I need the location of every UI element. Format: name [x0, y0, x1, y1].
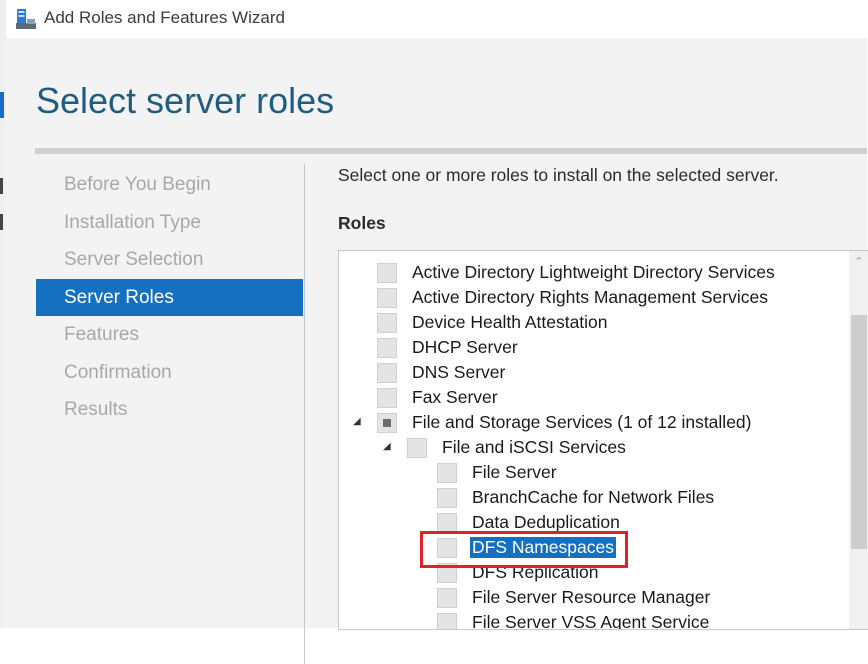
role-checkbox[interactable]	[437, 587, 457, 608]
nav-step-server-roles[interactable]: Server Roles	[36, 278, 303, 316]
title-divider	[35, 148, 867, 154]
role-label[interactable]: File and Storage Services (1 of 12 insta…	[410, 412, 753, 433]
background-window-glyph	[0, 214, 3, 230]
role-row[interactable]: File Server	[437, 460, 559, 485]
role-label[interactable]: DHCP Server	[410, 337, 520, 358]
role-checkbox[interactable]	[437, 462, 457, 483]
role-checkbox[interactable]	[407, 437, 427, 458]
role-row[interactable]: DNS Server	[377, 360, 507, 385]
role-row[interactable]: File Server VSS Agent Service	[437, 610, 711, 629]
role-checkbox[interactable]	[377, 312, 397, 333]
role-row[interactable]: ◢ File and iSCSI Services	[383, 435, 628, 460]
role-label[interactable]: File Server Resource Manager	[470, 587, 712, 608]
scroll-up-arrow-icon[interactable]: ⌃	[853, 257, 865, 268]
role-label[interactable]: DNS Server	[410, 362, 507, 383]
role-label[interactable]: Active Directory Rights Management Servi…	[410, 287, 770, 308]
nav-divider	[304, 164, 305, 664]
wizard-steps-nav: Before You Begin Installation Type Server …	[36, 166, 303, 429]
role-label[interactable]: Data Deduplication	[470, 512, 622, 533]
role-label[interactable]: Active Directory Lightweight Directory S…	[410, 262, 777, 283]
role-label[interactable]: BranchCache for Network Files	[470, 487, 716, 508]
expand-collapse-icon[interactable]: ◢	[353, 416, 363, 427]
role-row[interactable]: Device Health Attestation	[377, 310, 610, 335]
nav-step-before-you-begin[interactable]: Before You Begin	[36, 166, 303, 204]
roles-tree[interactable]: ⌃ Active Directory Lightweight Directory…	[338, 250, 868, 630]
vertical-scrollbar[interactable]: ⌃	[849, 251, 868, 629]
role-label[interactable]: Device Health Attestation	[410, 312, 610, 333]
expand-collapse-icon[interactable]: ◢	[383, 441, 393, 452]
page-title: Select server roles	[36, 80, 335, 121]
annotation-highlight-box	[420, 531, 628, 568]
role-label[interactable]: Fax Server	[410, 387, 500, 408]
role-checkbox[interactable]	[377, 337, 397, 358]
role-row[interactable]: BranchCache for Network Files	[437, 485, 716, 510]
role-checkbox[interactable]	[377, 362, 397, 383]
role-row[interactable]: File Server Resource Manager	[437, 585, 712, 610]
role-label[interactable]: File and iSCSI Services	[440, 437, 628, 458]
window-title: Add Roles and Features Wizard	[44, 8, 285, 27]
role-checkbox[interactable]	[377, 412, 397, 433]
role-row[interactable]: ◢ File and Storage Services (1 of 12 inst…	[353, 410, 753, 435]
roles-heading: Roles	[338, 213, 386, 233]
role-checkbox[interactable]	[377, 387, 397, 408]
role-checkbox[interactable]	[437, 512, 457, 533]
server-manager-icon	[14, 7, 38, 31]
background-window-accent	[0, 92, 4, 118]
role-checkbox[interactable]	[437, 487, 457, 508]
role-row[interactable]: Active Directory Rights Management Servi…	[377, 285, 770, 310]
role-checkbox[interactable]	[377, 262, 397, 283]
nav-step-features[interactable]: Features	[36, 316, 303, 354]
instructions-text: Select one or more roles to install on t…	[338, 165, 779, 185]
role-checkbox[interactable]	[437, 612, 457, 629]
title-bar[interactable]: Add Roles and Features Wizard	[6, 0, 868, 38]
scrollbar-thumb[interactable]	[851, 315, 867, 549]
nav-step-results[interactable]: Results	[36, 391, 303, 429]
role-checkbox[interactable]	[377, 287, 397, 308]
nav-step-confirmation[interactable]: Confirmation	[36, 354, 303, 392]
role-label[interactable]: File Server	[470, 462, 559, 483]
background-window-glyph	[0, 178, 3, 194]
role-label[interactable]: File Server VSS Agent Service	[470, 612, 711, 629]
role-row[interactable]: Fax Server	[377, 385, 500, 410]
nav-step-installation-type[interactable]: Installation Type	[36, 204, 303, 242]
role-row[interactable]: Active Directory Lightweight Directory S…	[377, 260, 777, 285]
nav-step-server-selection[interactable]: Server Selection	[36, 241, 303, 279]
role-row[interactable]: DHCP Server	[377, 335, 520, 360]
